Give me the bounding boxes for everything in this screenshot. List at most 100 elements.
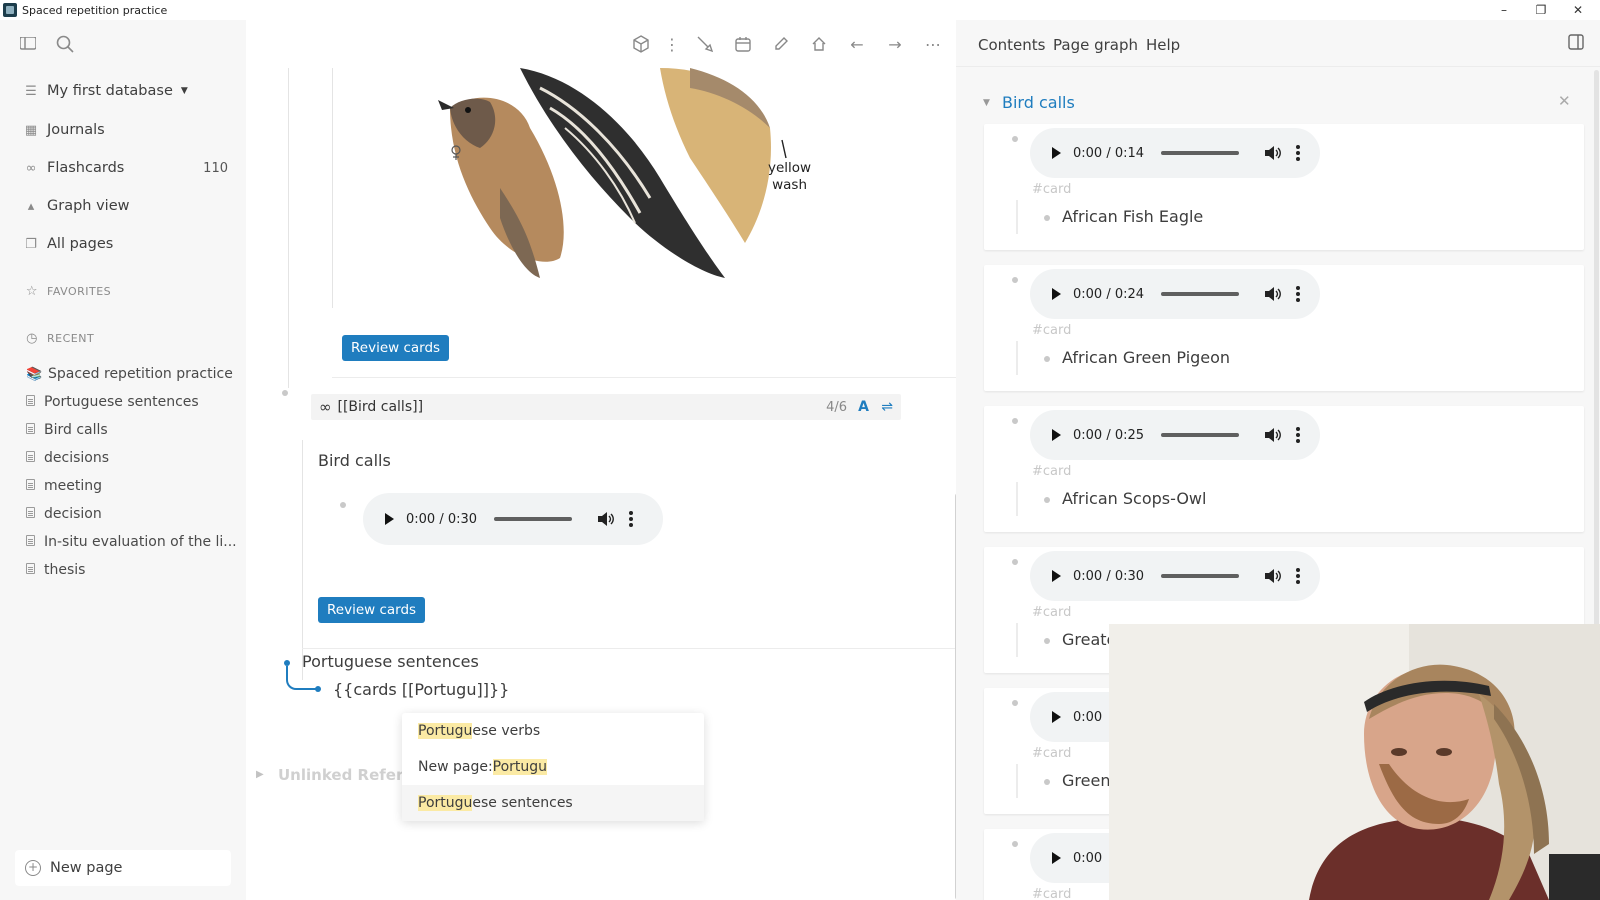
recent-section[interactable]: ◷ RECENT <box>24 331 94 346</box>
card-title[interactable]: Green <box>1062 771 1110 790</box>
more-vertical-icon[interactable]: ⋮ <box>661 33 683 55</box>
restore-button[interactable]: ❐ <box>1523 0 1559 20</box>
recent-item[interactable]: decisions <box>26 447 109 469</box>
arrow-right-icon[interactable]: → <box>884 33 906 55</box>
audio-player[interactable]: 0:00 / 0:24 <box>1030 269 1320 319</box>
audio-progress-track[interactable] <box>1161 292 1240 296</box>
volume-icon[interactable] <box>1264 567 1282 585</box>
sidebar-item-graph-view[interactable]: ▴ Graph view <box>22 194 130 218</box>
volume-icon[interactable] <box>1264 285 1282 303</box>
audio-progress-track[interactable] <box>1161 574 1240 578</box>
block-bullet[interactable] <box>1012 841 1018 847</box>
tab-contents[interactable]: Contents <box>978 36 1045 54</box>
autocomplete-item[interactable]: New page: Portugu <box>402 749 704 785</box>
block-bullet[interactable] <box>1012 277 1018 283</box>
card-tag[interactable]: #card <box>1032 887 1071 900</box>
sidebar-item-journals[interactable]: ▦ Journals <box>22 118 105 142</box>
recent-item[interactable]: Bird calls <box>26 419 108 441</box>
card-tag[interactable]: #card <box>1032 464 1071 479</box>
play-icon[interactable] <box>1052 288 1061 300</box>
block-bullet[interactable] <box>1012 559 1018 565</box>
unlinked-references-label[interactable]: Unlinked Refere <box>278 766 414 784</box>
toggle-sidebar-icon[interactable] <box>1568 34 1584 54</box>
arrow-left-icon[interactable]: ← <box>846 33 868 55</box>
card-tag[interactable]: #card <box>1032 182 1071 197</box>
audio-more-icon[interactable] <box>1296 286 1301 302</box>
tab-page-graph[interactable]: Page graph <box>1053 36 1138 54</box>
cards-query-label[interactable]: [[Bird calls]] <box>338 399 424 415</box>
audio-progress-track[interactable] <box>1161 433 1240 437</box>
block-bullet[interactable] <box>1044 215 1050 221</box>
minimize-button[interactable]: – <box>1486 0 1522 20</box>
recent-item[interactable]: 📚 Spaced repetition practice <box>26 363 233 385</box>
block-bullet[interactable] <box>340 502 346 508</box>
audio-more-icon[interactable] <box>1296 427 1301 443</box>
card-title[interactable]: African Scops-Owl <box>1062 489 1206 508</box>
audio-more-icon[interactable] <box>1296 145 1301 161</box>
search-icon[interactable] <box>53 32 77 56</box>
sidebar-item-flashcards[interactable]: ∞ Flashcards 110 <box>22 156 228 180</box>
more-horizontal-icon[interactable]: ⋯ <box>922 33 944 55</box>
card-title[interactable]: African Green Pigeon <box>1062 348 1230 367</box>
brush-icon[interactable] <box>694 33 716 55</box>
block-bullet[interactable] <box>1044 779 1050 785</box>
recent-item[interactable]: decision <box>26 503 102 525</box>
calendar-icon[interactable] <box>732 33 754 55</box>
database-selector[interactable]: ☰ My first database ▼ <box>22 79 188 103</box>
portuguese-block-title[interactable]: Portuguese sentences <box>302 652 479 671</box>
recent-item[interactable]: In-situ evaluation of the li... <box>26 531 237 553</box>
audio-player[interactable]: 0:00 / 0:14 <box>1030 128 1320 178</box>
cube-icon[interactable] <box>630 33 652 55</box>
play-icon[interactable] <box>1052 429 1061 441</box>
panel-page-title[interactable]: Bird calls <box>1002 93 1075 112</box>
autocomplete-item-selected[interactable]: Portugu ese sentences <box>402 785 704 821</box>
favorites-section[interactable]: ☆ FAVORITES <box>24 284 111 299</box>
menu-icon[interactable] <box>16 32 40 56</box>
volume-icon[interactable] <box>597 510 615 528</box>
audio-player[interactable]: 0:00 / 0:30 <box>363 493 663 545</box>
block-bullet[interactable] <box>1044 356 1050 362</box>
audio-more-icon[interactable] <box>629 511 634 527</box>
block-bullet[interactable] <box>1012 700 1018 706</box>
autocomplete-item[interactable]: Portugu ese verbs <box>402 713 704 749</box>
home-icon[interactable] <box>808 33 830 55</box>
sidebar-item-all-pages[interactable]: ❐ All pages <box>22 232 113 256</box>
shuffle-icon[interactable]: ⇌ <box>881 399 893 415</box>
play-icon[interactable] <box>1052 570 1061 582</box>
play-icon[interactable] <box>1052 711 1061 723</box>
review-cards-button[interactable]: Review cards <box>342 335 450 361</box>
close-button[interactable]: ✕ <box>1560 0 1596 20</box>
chevron-down-icon[interactable]: ▼ <box>983 98 990 108</box>
volume-icon[interactable] <box>1264 144 1282 162</box>
block-bullet[interactable] <box>1044 497 1050 503</box>
volume-icon[interactable] <box>1264 426 1282 444</box>
card-tag[interactable]: #card <box>1032 746 1071 761</box>
card-title[interactable]: African Fish Eagle <box>1062 207 1203 226</box>
audio-more-icon[interactable] <box>1296 568 1301 584</box>
card-tag[interactable]: #card <box>1032 323 1071 338</box>
font-toggle-icon[interactable]: A <box>858 399 869 415</box>
close-icon[interactable]: ✕ <box>1558 92 1571 110</box>
recent-item[interactable]: thesis <box>26 559 85 581</box>
block-bullet-active[interactable] <box>315 686 321 692</box>
recent-item[interactable]: meeting <box>26 475 102 497</box>
audio-progress-track[interactable] <box>1161 151 1240 155</box>
review-cards-button[interactable]: Review cards <box>318 597 426 623</box>
block-bullet[interactable] <box>1012 136 1018 142</box>
editing-block-input[interactable]: {{cards [[Portugu]]}} <box>333 680 509 699</box>
audio-player[interactable]: 0:00 / 0:30 <box>1030 551 1320 601</box>
audio-progress-track[interactable] <box>494 517 573 521</box>
new-page-button[interactable]: + New page <box>15 850 231 886</box>
block-bullet[interactable] <box>282 390 288 396</box>
chevron-right-icon[interactable]: ▶ <box>256 769 264 780</box>
recent-item[interactable]: Portuguese sentences <box>26 391 199 413</box>
edit-icon[interactable] <box>770 33 792 55</box>
block-bullet[interactable] <box>1044 638 1050 644</box>
audio-player[interactable]: 0:00 / 0:25 <box>1030 410 1320 460</box>
card-tag[interactable]: #card <box>1032 605 1071 620</box>
play-icon[interactable] <box>385 513 394 525</box>
play-icon[interactable] <box>1052 852 1061 864</box>
play-icon[interactable] <box>1052 147 1061 159</box>
block-bullet[interactable] <box>1012 418 1018 424</box>
tab-help[interactable]: Help <box>1146 36 1180 54</box>
